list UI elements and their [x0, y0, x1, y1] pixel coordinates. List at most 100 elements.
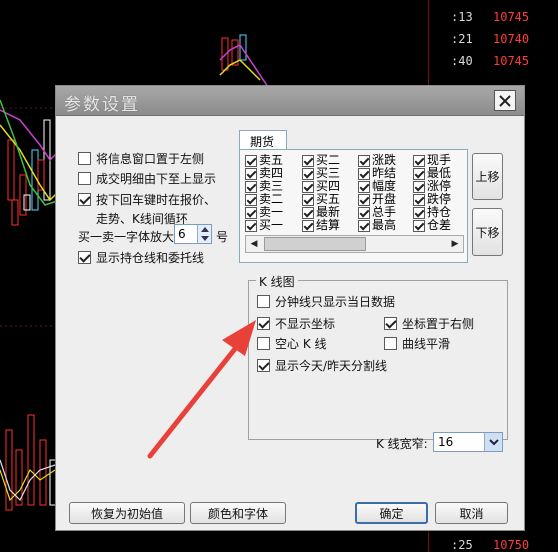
option-minute-today-only[interactable]: 分钟线只显示当日数据 — [257, 293, 395, 310]
colors-fonts-button[interactable]: 颜色和字体 — [190, 502, 286, 524]
checkbox[interactable] — [78, 172, 91, 185]
kline-width-label: K 线宽窄: — [376, 437, 428, 451]
checkbox[interactable] — [78, 152, 91, 165]
close-button[interactable] — [494, 90, 516, 111]
chevron-up-icon[interactable] — [201, 227, 209, 232]
option-label: 显示今天/昨天分割线 — [275, 359, 388, 373]
futures-field-list: 卖五 卖四 卖三 卖二 卖一 买一 买二 买三 买四 买五 最新 结算 涨跌 昨结 幅度 开盘 总手 最高 现手 最低… — [239, 149, 468, 263]
chevron-down-icon[interactable] — [484, 433, 502, 451]
quote-price: 10740 — [493, 32, 530, 46]
checkbox[interactable] — [245, 180, 257, 193]
checkbox[interactable] — [302, 206, 314, 219]
checkbox[interactable] — [257, 317, 270, 330]
option-label: 曲线平滑 — [402, 337, 451, 351]
scroll-left-icon[interactable]: ◀ — [246, 236, 262, 252]
checkbox[interactable] — [384, 337, 397, 350]
checkbox[interactable] — [413, 167, 425, 180]
checkbox[interactable] — [302, 154, 314, 167]
checkbox[interactable] — [358, 206, 370, 219]
checkbox[interactable] — [413, 206, 425, 219]
font-zoom-label: 买一卖一字体放大 — [78, 230, 175, 244]
checkbox[interactable] — [257, 337, 270, 350]
cancel-button[interactable]: 取消 — [435, 502, 508, 524]
move-down-button[interactable]: 下移 — [472, 208, 503, 256]
font-zoom-suffix: 号 — [216, 230, 229, 244]
dialog-title: 参数设置 — [64, 95, 140, 115]
option-day-split-line[interactable]: 显示今天/昨天分割线 — [257, 357, 387, 374]
quote-price: 10745 — [493, 10, 530, 24]
quote-time: :25 — [451, 538, 473, 552]
kline-width-value: 16 — [438, 435, 454, 449]
checkbox[interactable] — [302, 219, 314, 232]
checkbox[interactable] — [358, 219, 370, 232]
checkbox[interactable] — [245, 167, 257, 180]
ok-button[interactable]: 确定 — [355, 502, 428, 524]
futures-field-item[interactable]: 仓差 — [413, 219, 451, 232]
scrollbar-thumb[interactable] — [264, 237, 366, 251]
quote-price: 10750 — [493, 538, 530, 552]
option-axis-right[interactable]: 坐标置于右侧 — [384, 315, 474, 332]
quote-time: :13 — [451, 10, 473, 24]
option-smooth-curve[interactable]: 曲线平滑 — [384, 335, 450, 352]
futures-field-item[interactable]: 买一 — [245, 219, 283, 232]
option-hide-axis[interactable]: 不显示坐标 — [257, 315, 335, 332]
quote-price: 10745 — [493, 54, 530, 68]
checkbox[interactable] — [413, 180, 425, 193]
futures-field-item[interactable]: 最高 — [358, 219, 396, 232]
move-up-button[interactable]: 上移 — [472, 153, 503, 200]
futures-field-item[interactable]: 结算 — [302, 219, 340, 232]
quote-row: :40 10745 — [429, 54, 558, 74]
checkbox[interactable] — [78, 193, 91, 206]
option-label: 分钟线只显示当日数据 — [275, 295, 396, 309]
checkbox[interactable] — [358, 154, 370, 167]
option-info-window-left[interactable]: 将信息窗口置于左侧 — [78, 150, 204, 167]
quote-row: :25 10750 — [429, 538, 558, 552]
checkbox[interactable] — [358, 180, 370, 193]
checkbox[interactable] — [257, 295, 270, 308]
option-label: 成交明细由下至上显示 — [96, 172, 217, 186]
option-label: 不显示坐标 — [275, 317, 336, 331]
stepper-buttons[interactable] — [197, 225, 211, 243]
checkbox[interactable] — [257, 359, 270, 372]
checkbox[interactable] — [413, 154, 425, 167]
option-enter-cycle[interactable]: 按下回车键时在报价、 — [78, 191, 216, 208]
quote-row: :21 10740 — [429, 32, 558, 52]
checkbox[interactable] — [245, 154, 257, 167]
option-label: 坐标置于右侧 — [402, 317, 475, 331]
checkbox[interactable] — [302, 193, 314, 206]
quote-time: :21 — [451, 32, 473, 46]
dialog-titlebar[interactable]: 参数设置 — [56, 86, 524, 116]
option-label: 显示持仓线和委托线 — [96, 251, 205, 265]
checkbox[interactable] — [245, 219, 257, 232]
checkbox[interactable] — [78, 251, 91, 264]
option-show-positions[interactable]: 显示持仓线和委托线 — [78, 249, 204, 266]
quote-time: :40 — [451, 54, 473, 68]
checkbox[interactable] — [358, 167, 370, 180]
option-label: 将信息窗口置于左侧 — [96, 152, 205, 166]
checkbox[interactable] — [245, 193, 257, 206]
option-trade-detail-bottom-up[interactable]: 成交明细由下至上显示 — [78, 170, 216, 187]
checkbox[interactable] — [384, 317, 397, 330]
checkbox[interactable] — [358, 193, 370, 206]
option-label: 空心 K 线 — [275, 337, 327, 351]
checkbox[interactable] — [245, 206, 257, 219]
checkbox[interactable] — [413, 193, 425, 206]
chevron-down-icon[interactable] — [201, 236, 209, 241]
futures-field-label: 结算 — [316, 218, 341, 232]
reset-defaults-button[interactable]: 恢复为初始值 — [69, 502, 185, 524]
kline-group-title: K 线图 — [256, 273, 298, 290]
kline-width-select[interactable]: 16 — [433, 432, 503, 452]
font-zoom-stepper[interactable]: 6 — [174, 224, 212, 244]
tab-futures[interactable]: 期货 — [239, 130, 287, 150]
option-hollow-kline[interactable]: 空心 K 线 — [257, 335, 327, 352]
font-zoom-value[interactable]: 6 — [178, 227, 186, 241]
scroll-right-icon[interactable]: ▶ — [447, 236, 463, 252]
settings-dialog: 参数设置 将信息窗口置于左侧 成交明细由下至上显示 按下回车键时在报价、 走势、… — [55, 85, 525, 531]
checkbox[interactable] — [413, 219, 425, 232]
quote-row: :13 10745 — [429, 10, 558, 30]
futures-field-label: 最高 — [372, 218, 397, 232]
option-label: 按下回车键时在报价、 — [96, 193, 217, 207]
horizontal-scrollbar[interactable]: ◀ ▶ — [245, 235, 464, 253]
checkbox[interactable] — [302, 167, 314, 180]
checkbox[interactable] — [302, 180, 314, 193]
